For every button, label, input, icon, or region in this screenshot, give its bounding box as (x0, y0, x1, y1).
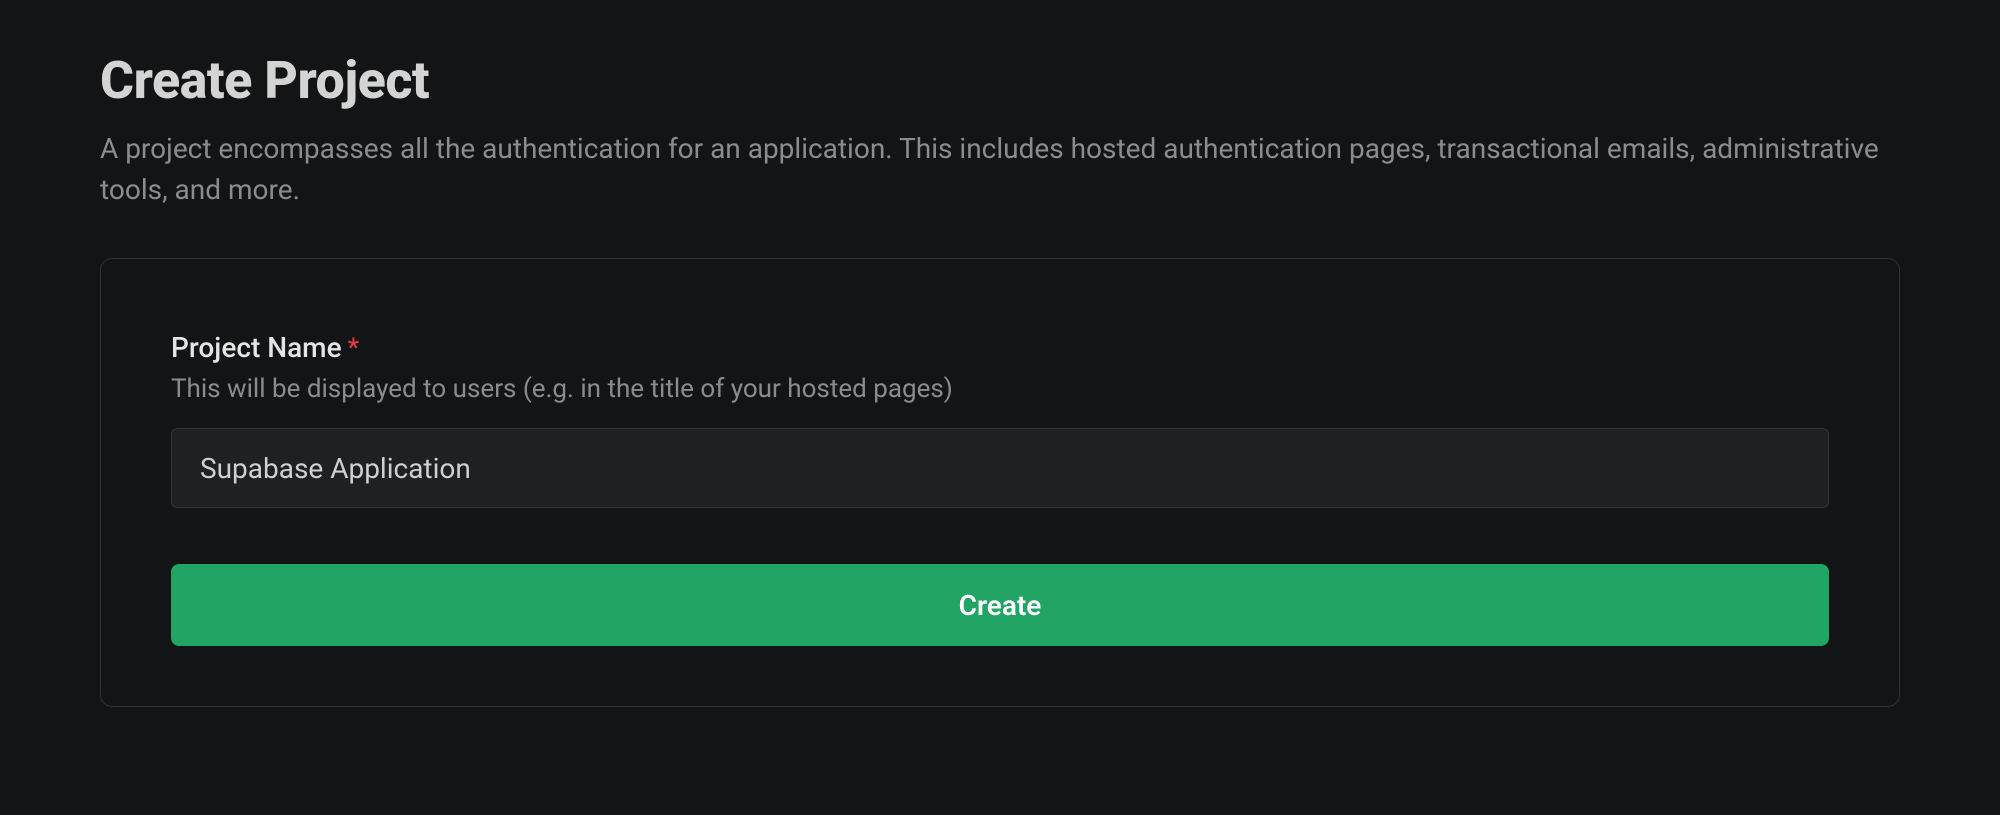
project-name-label-row: Project Name * (171, 331, 1829, 364)
project-name-input[interactable] (171, 428, 1829, 508)
page-description: A project encompasses all the authentica… (100, 129, 1900, 210)
required-asterisk-icon: * (348, 333, 360, 363)
create-button[interactable]: Create (171, 564, 1829, 646)
page-title: Create Project (100, 50, 1900, 111)
project-name-label: Project Name (171, 331, 342, 364)
project-name-helper: This will be displayed to users (e.g. in… (171, 374, 1829, 404)
create-project-form-card: Project Name * This will be displayed to… (100, 258, 1900, 707)
